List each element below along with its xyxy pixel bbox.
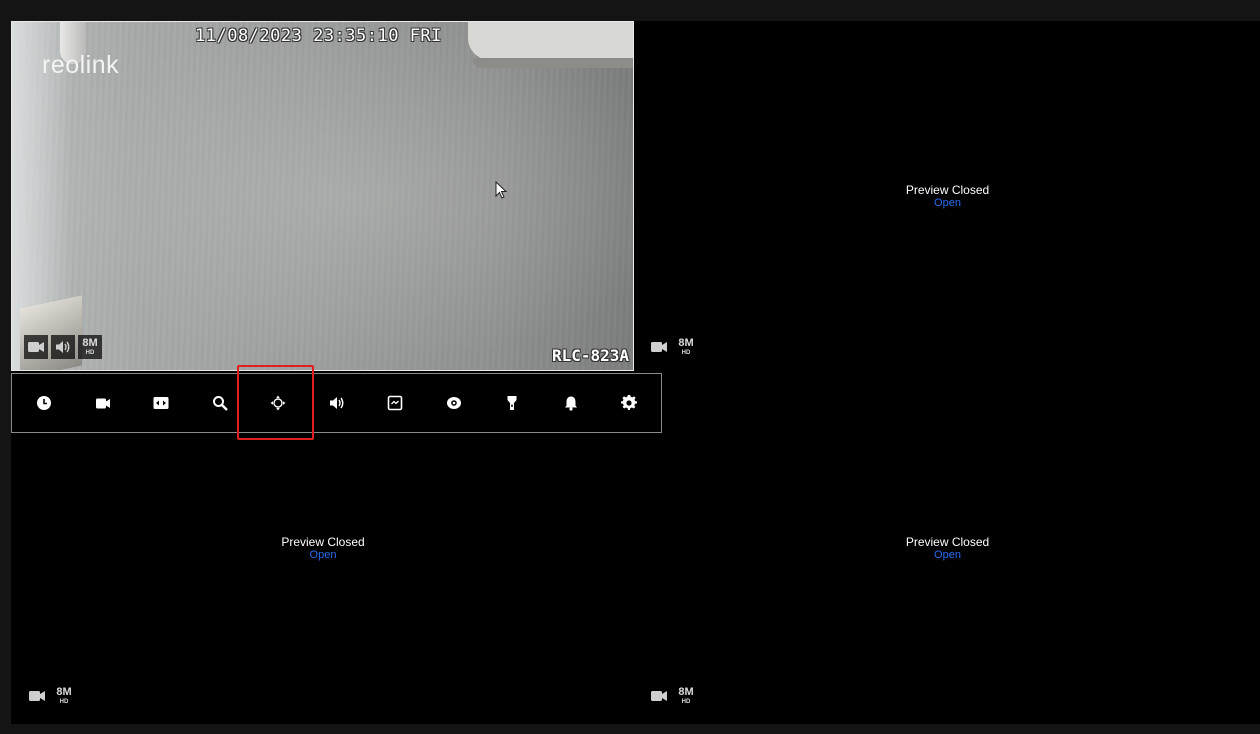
record-icon [96,398,110,409]
resolution-label: 8M [82,337,98,349]
camera-pane-4[interactable]: Preview Closed Open 8M HD [635,372,1260,724]
preview-status: Preview Closed [905,183,990,197]
resolution-label: 8M [56,686,72,698]
preview-status: Preview Closed [281,535,365,549]
video-camera-icon [647,684,671,708]
video-camera-icon [24,335,48,359]
zoom-icon [213,396,228,411]
settings-button[interactable] [600,374,658,432]
video-camera-icon [25,684,49,708]
resolution-label: 8M [678,686,694,698]
camera-pane-1[interactable]: 11/08/2023 23:35:10 FRI reolink RLC-823A… [11,21,635,372]
feed-corner-object [20,295,82,370]
osd-camera-model: RLC-823A [551,346,629,365]
reolink-logo: reolink [42,51,120,79]
camera-toolbar [11,373,662,433]
feed-status-badges: 8M HD [24,335,102,359]
resolution-badge: 8M HD [674,335,698,359]
ptz-icon [270,395,286,411]
feed-fixture-shadow [473,58,633,68]
preview-closed-message: Preview Closed Open [11,535,635,562]
fit-screen-icon [153,397,169,409]
playback-button[interactable] [15,374,73,432]
audio-button[interactable] [308,374,366,432]
record-button[interactable] [74,374,132,432]
quality-label: HD [681,350,691,356]
quality-label: HD [681,699,691,705]
resolution-badge: 8M HD [52,684,76,708]
open-preview-link[interactable]: Open [635,549,1260,562]
spotlight-icon [507,396,517,410]
osd-timestamp: 11/08/2023 23:35:10 FRI [195,26,442,46]
alarm-bell-icon [565,396,577,411]
snapshot-icon [387,395,403,411]
settings-gear-icon [621,395,637,410]
clock-icon [37,396,51,410]
resolution-badge: 8M HD [78,335,102,359]
pane-status-badges: 8M HD [647,684,698,708]
quality-label: HD [85,350,95,356]
speaker-icon [51,335,75,359]
preview-closed-message: Preview Closed Open [635,183,1260,210]
preview-closed-message: Preview Closed Open [635,535,1260,562]
ptz-control-button[interactable] [249,374,307,432]
view-button[interactable] [425,374,483,432]
video-camera-icon [647,335,671,359]
feed-fixture [468,22,633,60]
pane-status-badges: 8M HD [25,684,76,708]
quality-label: HD [59,699,69,705]
audio-icon [330,397,344,409]
zoom-button[interactable] [191,374,249,432]
open-preview-link[interactable]: Open [11,549,635,562]
live-video-feed[interactable]: 11/08/2023 23:35:10 FRI reolink RLC-823A… [11,21,634,371]
preview-status: Preview Closed [905,535,990,549]
pane-status-badges: 8M HD [647,335,698,359]
mouse-cursor-icon [495,181,507,199]
eye-icon [447,397,461,409]
snapshot-button[interactable] [366,374,424,432]
resolution-label: 8M [678,337,694,349]
resolution-badge: 8M HD [674,684,698,708]
camera-pane-2[interactable]: Preview Closed Open 8M HD [635,21,1260,372]
spotlight-button[interactable] [483,374,541,432]
fit-screen-button[interactable] [132,374,190,432]
open-preview-link[interactable]: Open [635,197,1260,210]
alarm-button[interactable] [542,374,600,432]
